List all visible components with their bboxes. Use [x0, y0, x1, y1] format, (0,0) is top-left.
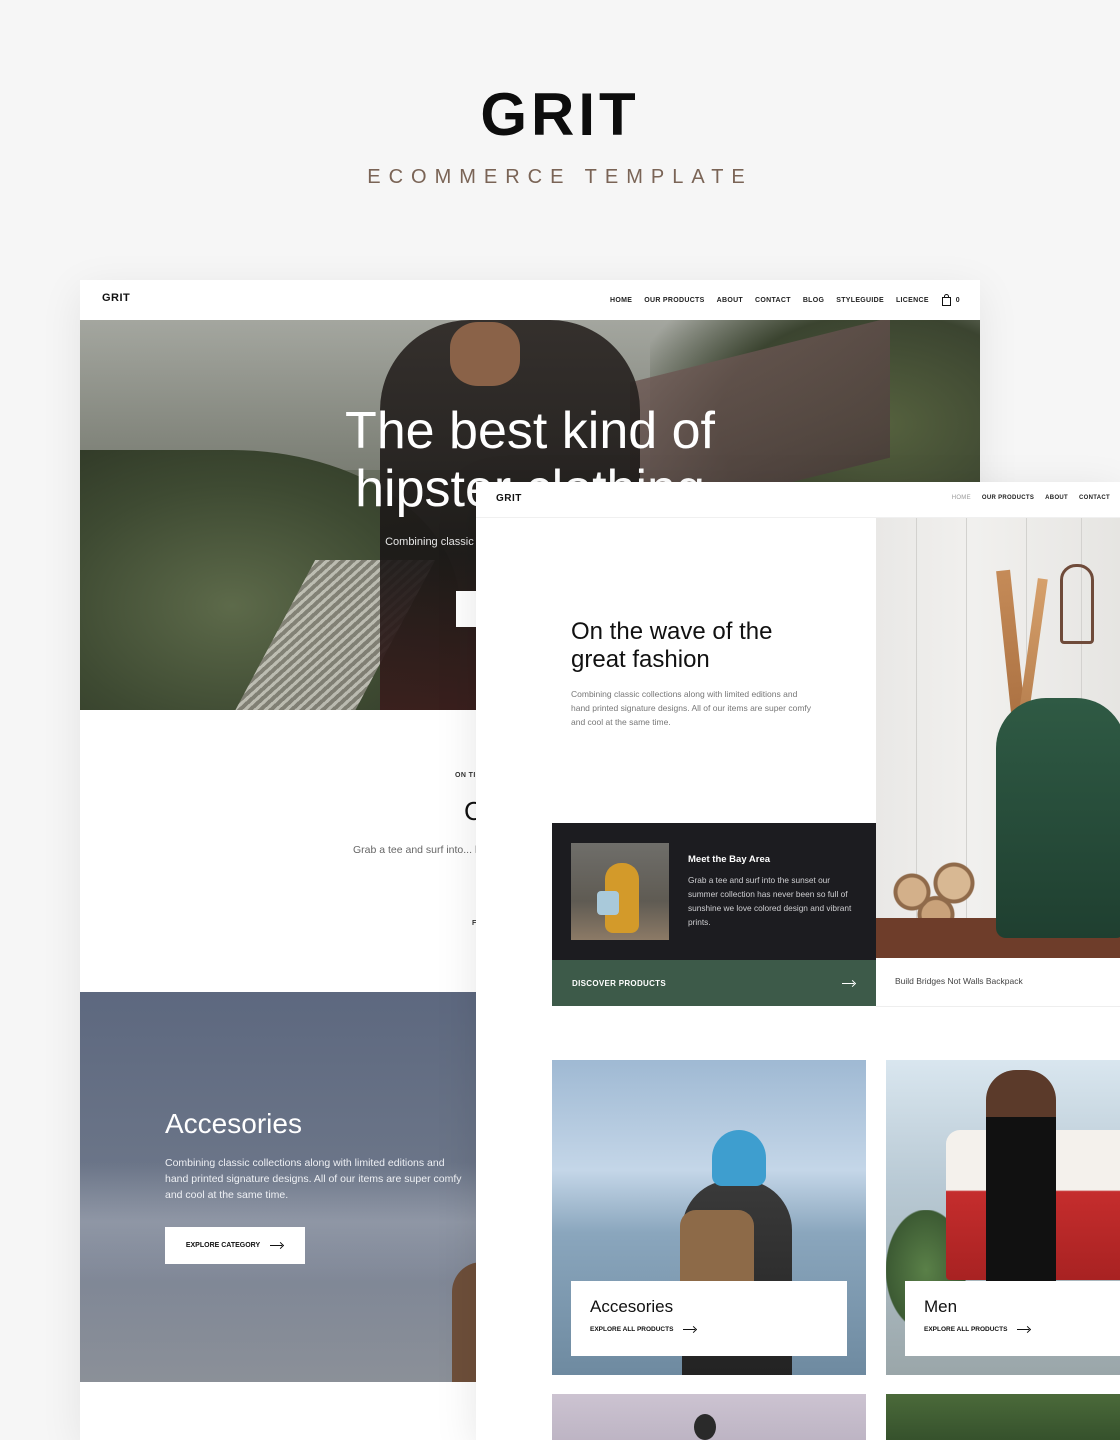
category-title: Men: [924, 1297, 958, 1316]
category-label: Accesories EXPLORE ALL PRODUCTS: [571, 1281, 847, 1356]
model-head: [694, 1414, 716, 1440]
arrow-right-icon: [1017, 1327, 1031, 1333]
nav-item-contact[interactable]: CONTACT: [755, 297, 791, 304]
nav-item-about[interactable]: ABOUT: [1045, 495, 1068, 501]
nav-item-home[interactable]: HOME: [952, 495, 971, 501]
scissors: [1060, 564, 1094, 644]
explore-all-products-link[interactable]: EXPLORE ALL PRODUCTS: [924, 1326, 1101, 1333]
nav-item-home[interactable]: HOME: [610, 297, 632, 304]
category-label: Men EXPLORE ALL PRODUCTS: [905, 1281, 1120, 1356]
discover-products-button[interactable]: DISCOVER PRODUCTS: [552, 960, 876, 1006]
nav-item-blog[interactable]: BLOG: [803, 297, 824, 304]
nav-menu: HOME OUR PRODUCTS ABOUT CONTACT: [952, 495, 1110, 501]
nav-menu: HOME OUR PRODUCTS ABOUT CONTACT BLOG STY…: [610, 294, 960, 306]
backpack-photo: [876, 518, 1120, 958]
poster-subtitle: ECOMMERCE TEMPLATE: [367, 166, 753, 188]
product-caption[interactable]: Build Bridges Not Walls Backpack: [895, 976, 1023, 986]
desktop-mockup-about: GRIT HOME OUR PRODUCTS ABOUT CONTACT On …: [476, 482, 1120, 1440]
child-backpack: [597, 891, 619, 915]
intro-kicker: ON TI: [455, 772, 476, 779]
firewood-logs: [876, 838, 996, 928]
nav-item-licence[interactable]: LICENCE: [896, 297, 929, 304]
explore-category-button[interactable]: EXPLORE CATEGORY: [165, 1227, 305, 1264]
accessories-text: Combining classic collections along with…: [165, 1157, 462, 1201]
site-logo[interactable]: GRIT: [102, 292, 130, 304]
nav-item-styleguide[interactable]: STYLEGUIDE: [836, 297, 884, 304]
discover-products-label: DISCOVER PRODUCTS: [572, 978, 666, 988]
explore-category-label: EXPLORE CATEGORY: [185, 1242, 261, 1249]
cart-button[interactable]: 0: [941, 294, 960, 306]
top-navigation: GRIT HOME OUR PRODUCTS ABOUT CONTACT BLO…: [80, 280, 980, 320]
wave-heading: On the wave of the great fashion: [571, 618, 773, 673]
cart-count: 0: [955, 296, 960, 304]
explore-link-label: EXPLORE ALL PRODUCTS: [924, 1326, 1008, 1333]
top-navigation: GRIT HOME OUR PRODUCTS ABOUT CONTACT: [476, 482, 1120, 518]
nav-item-about[interactable]: ABOUT: [717, 297, 743, 304]
blue-beanie: [712, 1130, 766, 1186]
arrow-right-icon: [683, 1327, 697, 1333]
hero-model-face: [450, 322, 520, 386]
poster-title: GRIT: [480, 81, 640, 148]
story-text: Grab a tee and surf into the sunset our …: [688, 875, 852, 927]
nav-item-contact[interactable]: CONTACT: [1079, 495, 1110, 501]
wave-text: Combining classic collections along with…: [571, 689, 812, 727]
category-card-partial[interactable]: [886, 1394, 1120, 1440]
accessories-title: Accesories: [165, 1108, 302, 1139]
story-thumbnail: [571, 843, 669, 940]
shopping-bag-icon: [941, 294, 951, 306]
featured-story-card: Meet the Bay Area Grab a tee and surf in…: [552, 823, 876, 960]
explore-link-label: EXPLORE ALL PRODUCTS: [590, 1326, 674, 1333]
category-title: Accesories: [590, 1297, 674, 1316]
category-card-accessories[interactable]: Accesories EXPLORE ALL PRODUCTS: [552, 1060, 866, 1375]
explore-all-products-link[interactable]: EXPLORE ALL PRODUCTS: [590, 1326, 828, 1333]
nav-item-our-products[interactable]: OUR PRODUCTS: [982, 495, 1034, 501]
green-backpack: [996, 698, 1120, 938]
hero-title-line-1: The best kind of: [345, 402, 715, 460]
arrow-right-icon: [270, 1243, 284, 1249]
site-logo[interactable]: GRIT: [496, 493, 522, 504]
category-card-men[interactable]: Men EXPLORE ALL PRODUCTS: [886, 1060, 1120, 1375]
arrow-right-icon: [842, 980, 856, 986]
story-title: Meet the Bay Area: [688, 854, 771, 865]
divider: [876, 1006, 1120, 1007]
category-card-partial[interactable]: [552, 1394, 866, 1440]
nav-item-our-products[interactable]: OUR PRODUCTS: [644, 297, 704, 304]
